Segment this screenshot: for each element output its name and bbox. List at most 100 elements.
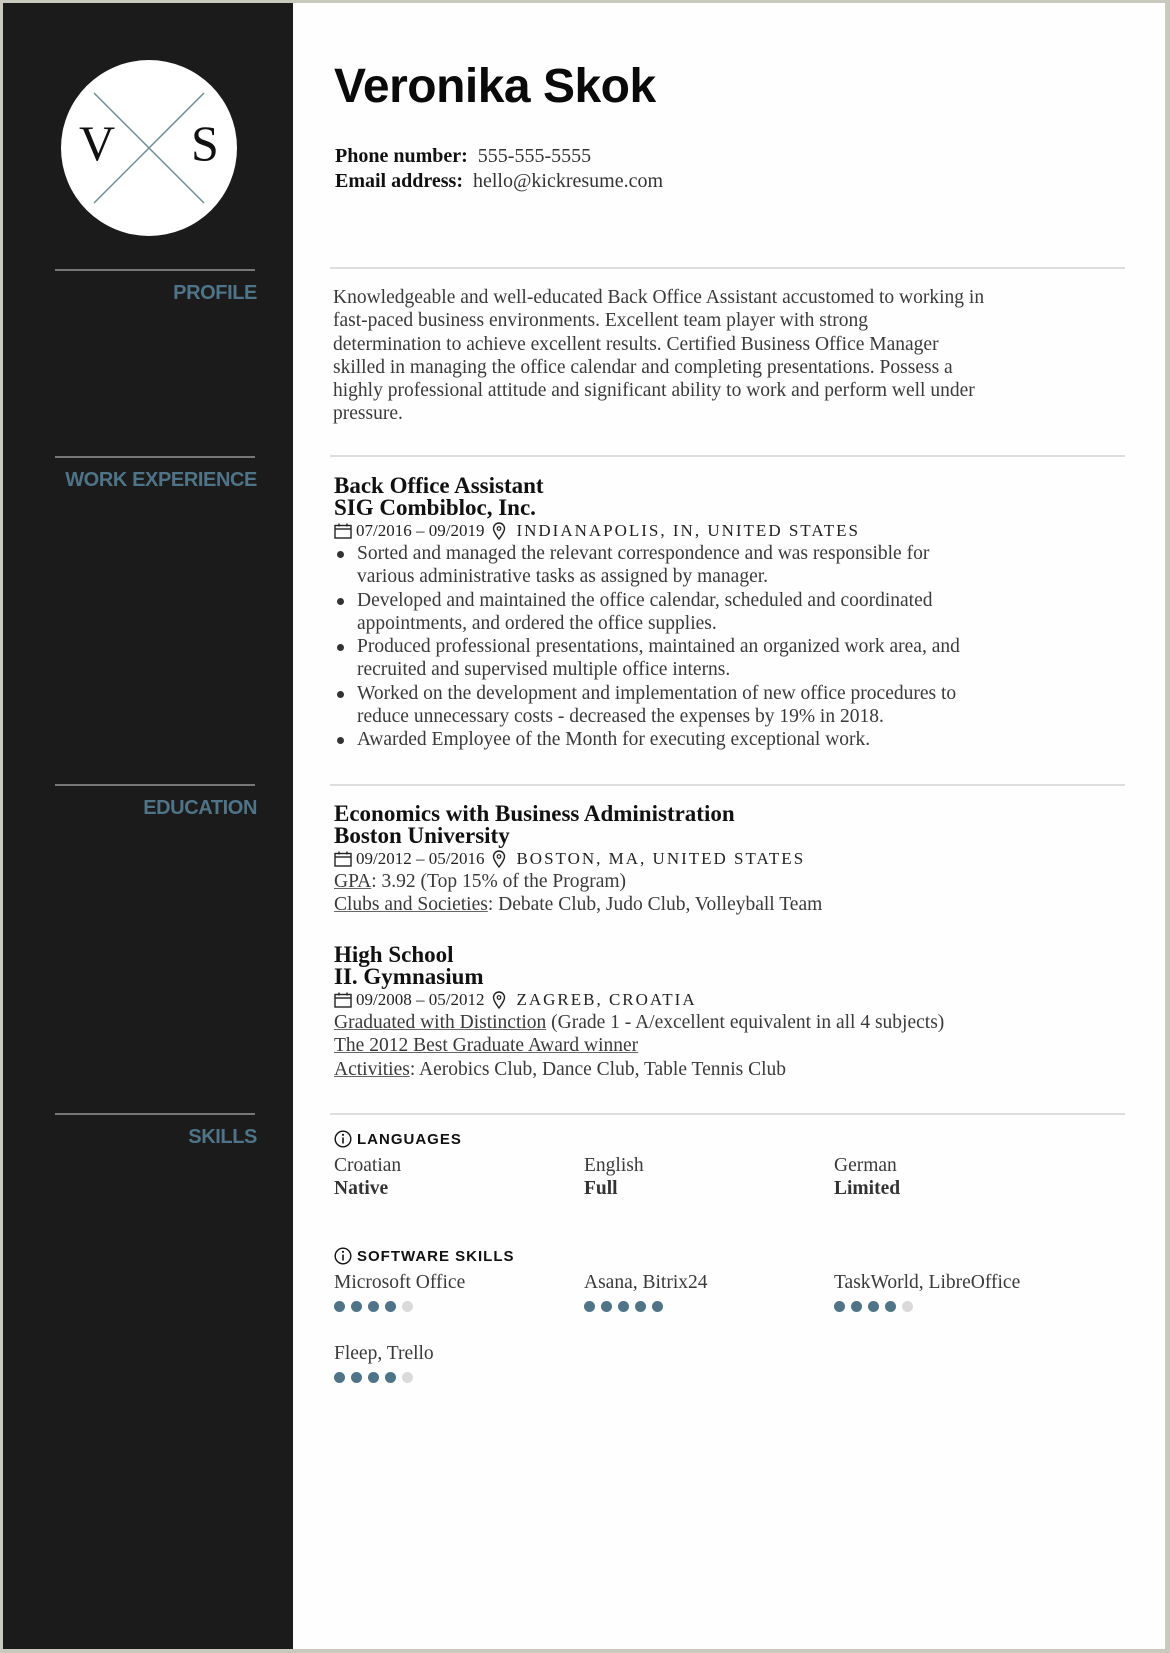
school-name: II. Gymnasium bbox=[334, 964, 484, 989]
job-title: Back Office Assistant bbox=[334, 473, 544, 498]
rating-dot-filled bbox=[334, 1301, 345, 1312]
section-title-work-experience: WORK EXPERIENCE bbox=[65, 469, 257, 491]
rating-dot-filled bbox=[885, 1301, 896, 1312]
detail-label: GPA bbox=[334, 871, 372, 892]
profile-line: skilled in managing the office calendar … bbox=[333, 356, 953, 378]
software-skill-item: Asana, Bitrix24 bbox=[584, 1271, 824, 1312]
rating-dot-filled bbox=[368, 1372, 379, 1383]
education-details: GPA: 3.92 (Top 15% of the Program) Clubs… bbox=[334, 870, 1124, 917]
location-pin-icon bbox=[493, 990, 506, 1009]
detail-row: Clubs and Societies: Debate Club, Judo C… bbox=[334, 893, 1124, 916]
phone-label: Phone number: bbox=[335, 145, 468, 167]
rating-dot-empty bbox=[402, 1372, 413, 1383]
monogram-initial-last: S bbox=[191, 115, 219, 171]
language-item: English Full bbox=[584, 1154, 824, 1200]
education-location: ZAGREB, CROATIA bbox=[516, 990, 697, 1009]
rating-dot-empty bbox=[402, 1301, 413, 1312]
detail-text: : Debate Club, Judo Club, Volleyball Tea… bbox=[487, 894, 823, 916]
calendar-icon bbox=[334, 851, 352, 867]
divider bbox=[55, 269, 255, 271]
education-location: BOSTON, MA, UNITED STATES bbox=[516, 849, 806, 868]
job-meta: 07/2016 – 09/2019 INDIANAPOLIS, IN, UNIT… bbox=[334, 519, 1124, 542]
email-row: Email address: hello@kickresume.com bbox=[335, 169, 663, 194]
sidebar-section-skills: SKILLS bbox=[55, 1113, 257, 1149]
profile-summary: Knowledgeable and well-educated Back Off… bbox=[333, 286, 1093, 426]
divider bbox=[55, 1113, 255, 1115]
phone-row: Phone number: 555-555-5555 bbox=[335, 144, 663, 169]
sidebar: V S PROFILE WORK EXPERIENCE EDUCATION SK… bbox=[3, 3, 293, 1649]
job-location: INDIANAPOLIS, IN, UNITED STATES bbox=[516, 521, 860, 540]
detail-text: (Grade 1 - A/excellent equivalent in all… bbox=[546, 1012, 945, 1033]
work-entry: Back Office Assistant SIG Combibloc, Inc… bbox=[334, 473, 1124, 752]
sidebar-section-education: EDUCATION bbox=[55, 784, 257, 820]
monogram-initial-first: V bbox=[79, 115, 116, 171]
company-name: SIG Combibloc, Inc. bbox=[334, 495, 536, 520]
detail-label: Clubs and Societies bbox=[334, 894, 488, 916]
rating-dot-filled bbox=[385, 1301, 396, 1312]
skill-rating bbox=[334, 1301, 574, 1312]
contact-info: Phone number: 555-555-5555 Email address:… bbox=[335, 144, 663, 194]
calendar-icon bbox=[334, 523, 352, 539]
degree-title: Economics with Business Administration bbox=[334, 801, 735, 826]
profile-line: fast-paced business environments. Excell… bbox=[333, 310, 869, 332]
skill-rating bbox=[334, 1372, 574, 1383]
job-bullets: Sorted and managed the relevant correspo… bbox=[334, 542, 1124, 752]
divider bbox=[55, 456, 255, 458]
software-name: TaskWorld, LibreOffice bbox=[834, 1272, 1021, 1293]
monogram-logo: V S bbox=[61, 60, 237, 236]
software-name: Microsoft Office bbox=[334, 1272, 466, 1293]
language-level: Limited bbox=[834, 1178, 901, 1199]
detail-text: : Aerobics Club, Dance Club, Table Tenni… bbox=[409, 1058, 787, 1080]
divider bbox=[55, 784, 255, 786]
phone-value: 555-555-5555 bbox=[477, 145, 592, 167]
school-name: Boston University bbox=[334, 823, 510, 848]
location-pin-icon bbox=[493, 521, 506, 540]
rating-dot-filled bbox=[868, 1301, 879, 1312]
info-icon bbox=[334, 1130, 352, 1148]
language-item: Croatian Native bbox=[334, 1154, 574, 1200]
detail-row: The 2012 Best Graduate Award winner bbox=[334, 1034, 1124, 1057]
education-meta: 09/2008 – 05/2012 ZAGREB, CROATIA bbox=[334, 988, 1124, 1011]
list-item: Sorted and managed the relevant correspo… bbox=[334, 542, 1124, 589]
languages-title: LANGUAGES bbox=[357, 1130, 462, 1148]
divider bbox=[330, 1113, 1125, 1115]
section-title-education: EDUCATION bbox=[143, 797, 257, 819]
language-name: Croatian bbox=[334, 1155, 402, 1176]
email-label: Email address: bbox=[335, 170, 463, 192]
rating-dot-filled bbox=[368, 1301, 379, 1312]
rating-dot-filled bbox=[351, 1301, 362, 1312]
education-dates: 09/2008 – 05/2012 bbox=[356, 990, 485, 1009]
location-pin-icon bbox=[493, 849, 506, 868]
software-skills-heading: SOFTWARE SKILLS bbox=[334, 1247, 515, 1265]
rating-dot-filled bbox=[334, 1372, 345, 1383]
profile-line: pressure. bbox=[333, 403, 403, 425]
divider bbox=[330, 784, 1125, 786]
software-skill-item: Microsoft Office bbox=[334, 1271, 574, 1312]
education-entry: Economics with Business Administration B… bbox=[334, 801, 1124, 917]
section-title-skills: SKILLS bbox=[188, 1126, 257, 1148]
profile-line: highly professional attitude and signifi… bbox=[333, 380, 975, 402]
list-item: Worked on the development and implementa… bbox=[334, 682, 1124, 729]
profile-line: determination to achieve excellent resul… bbox=[333, 333, 939, 355]
language-name: English bbox=[584, 1155, 644, 1176]
rating-dot-filled bbox=[618, 1301, 629, 1312]
resume-page: V S PROFILE WORK EXPERIENCE EDUCATION SK… bbox=[3, 3, 1165, 1649]
skill-rating bbox=[584, 1301, 824, 1312]
rating-dot-empty bbox=[902, 1301, 913, 1312]
profile-line: Knowledgeable and well-educated Back Off… bbox=[333, 287, 985, 308]
rating-dot-filled bbox=[851, 1301, 862, 1312]
sidebar-section-work: WORK EXPERIENCE bbox=[55, 456, 257, 492]
detail-label: The 2012 Best Graduate Award winner bbox=[334, 1035, 639, 1057]
candidate-name: Veronika Skok bbox=[334, 60, 656, 113]
rating-dot-filled bbox=[584, 1301, 595, 1312]
detail-label: Graduated with Distinction bbox=[334, 1012, 547, 1033]
divider bbox=[330, 267, 1125, 269]
education-dates: 09/2012 – 05/2016 bbox=[356, 849, 485, 868]
email-value[interactable]: hello@kickresume.com bbox=[473, 170, 663, 192]
software-skills-title: SOFTWARE SKILLS bbox=[357, 1247, 515, 1265]
detail-row: Graduated with Distinction (Grade 1 - A/… bbox=[334, 1011, 1124, 1034]
divider bbox=[330, 455, 1125, 457]
sidebar-section-profile: PROFILE bbox=[55, 269, 257, 305]
rating-dot-filled bbox=[635, 1301, 646, 1312]
software-skill-item: TaskWorld, LibreOffice bbox=[834, 1271, 1074, 1312]
